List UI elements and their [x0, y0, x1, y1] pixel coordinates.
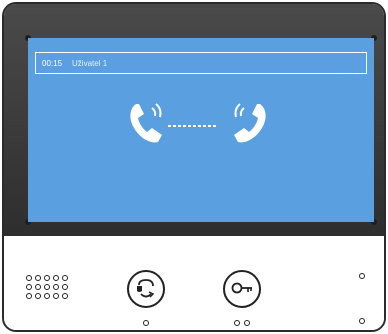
display-screen: 00:15 Uživatel 1: [28, 38, 374, 222]
talk-icon: [137, 279, 155, 298]
phone-ringing-icon: [234, 103, 266, 143]
talk-button[interactable]: [127, 270, 165, 308]
status-led-bottom: [359, 318, 365, 324]
speaker-grille: [26, 275, 71, 299]
control-panel: [4, 236, 384, 330]
unlock-indicator-led-left: [234, 320, 240, 326]
intercom-monitor: 00:15 Uživatel 1: [2, 2, 386, 332]
talk-indicator-led: [143, 320, 149, 326]
screen-bezel: 00:15 Uživatel 1: [4, 4, 384, 236]
unlock-indicator-led-right: [244, 320, 250, 326]
unlock-button[interactable]: [223, 270, 261, 308]
key-icon: [231, 282, 252, 294]
status-led-top: [359, 273, 365, 279]
phone-ringing-icon: [130, 103, 162, 143]
call-in-progress-graphic: [130, 103, 266, 143]
